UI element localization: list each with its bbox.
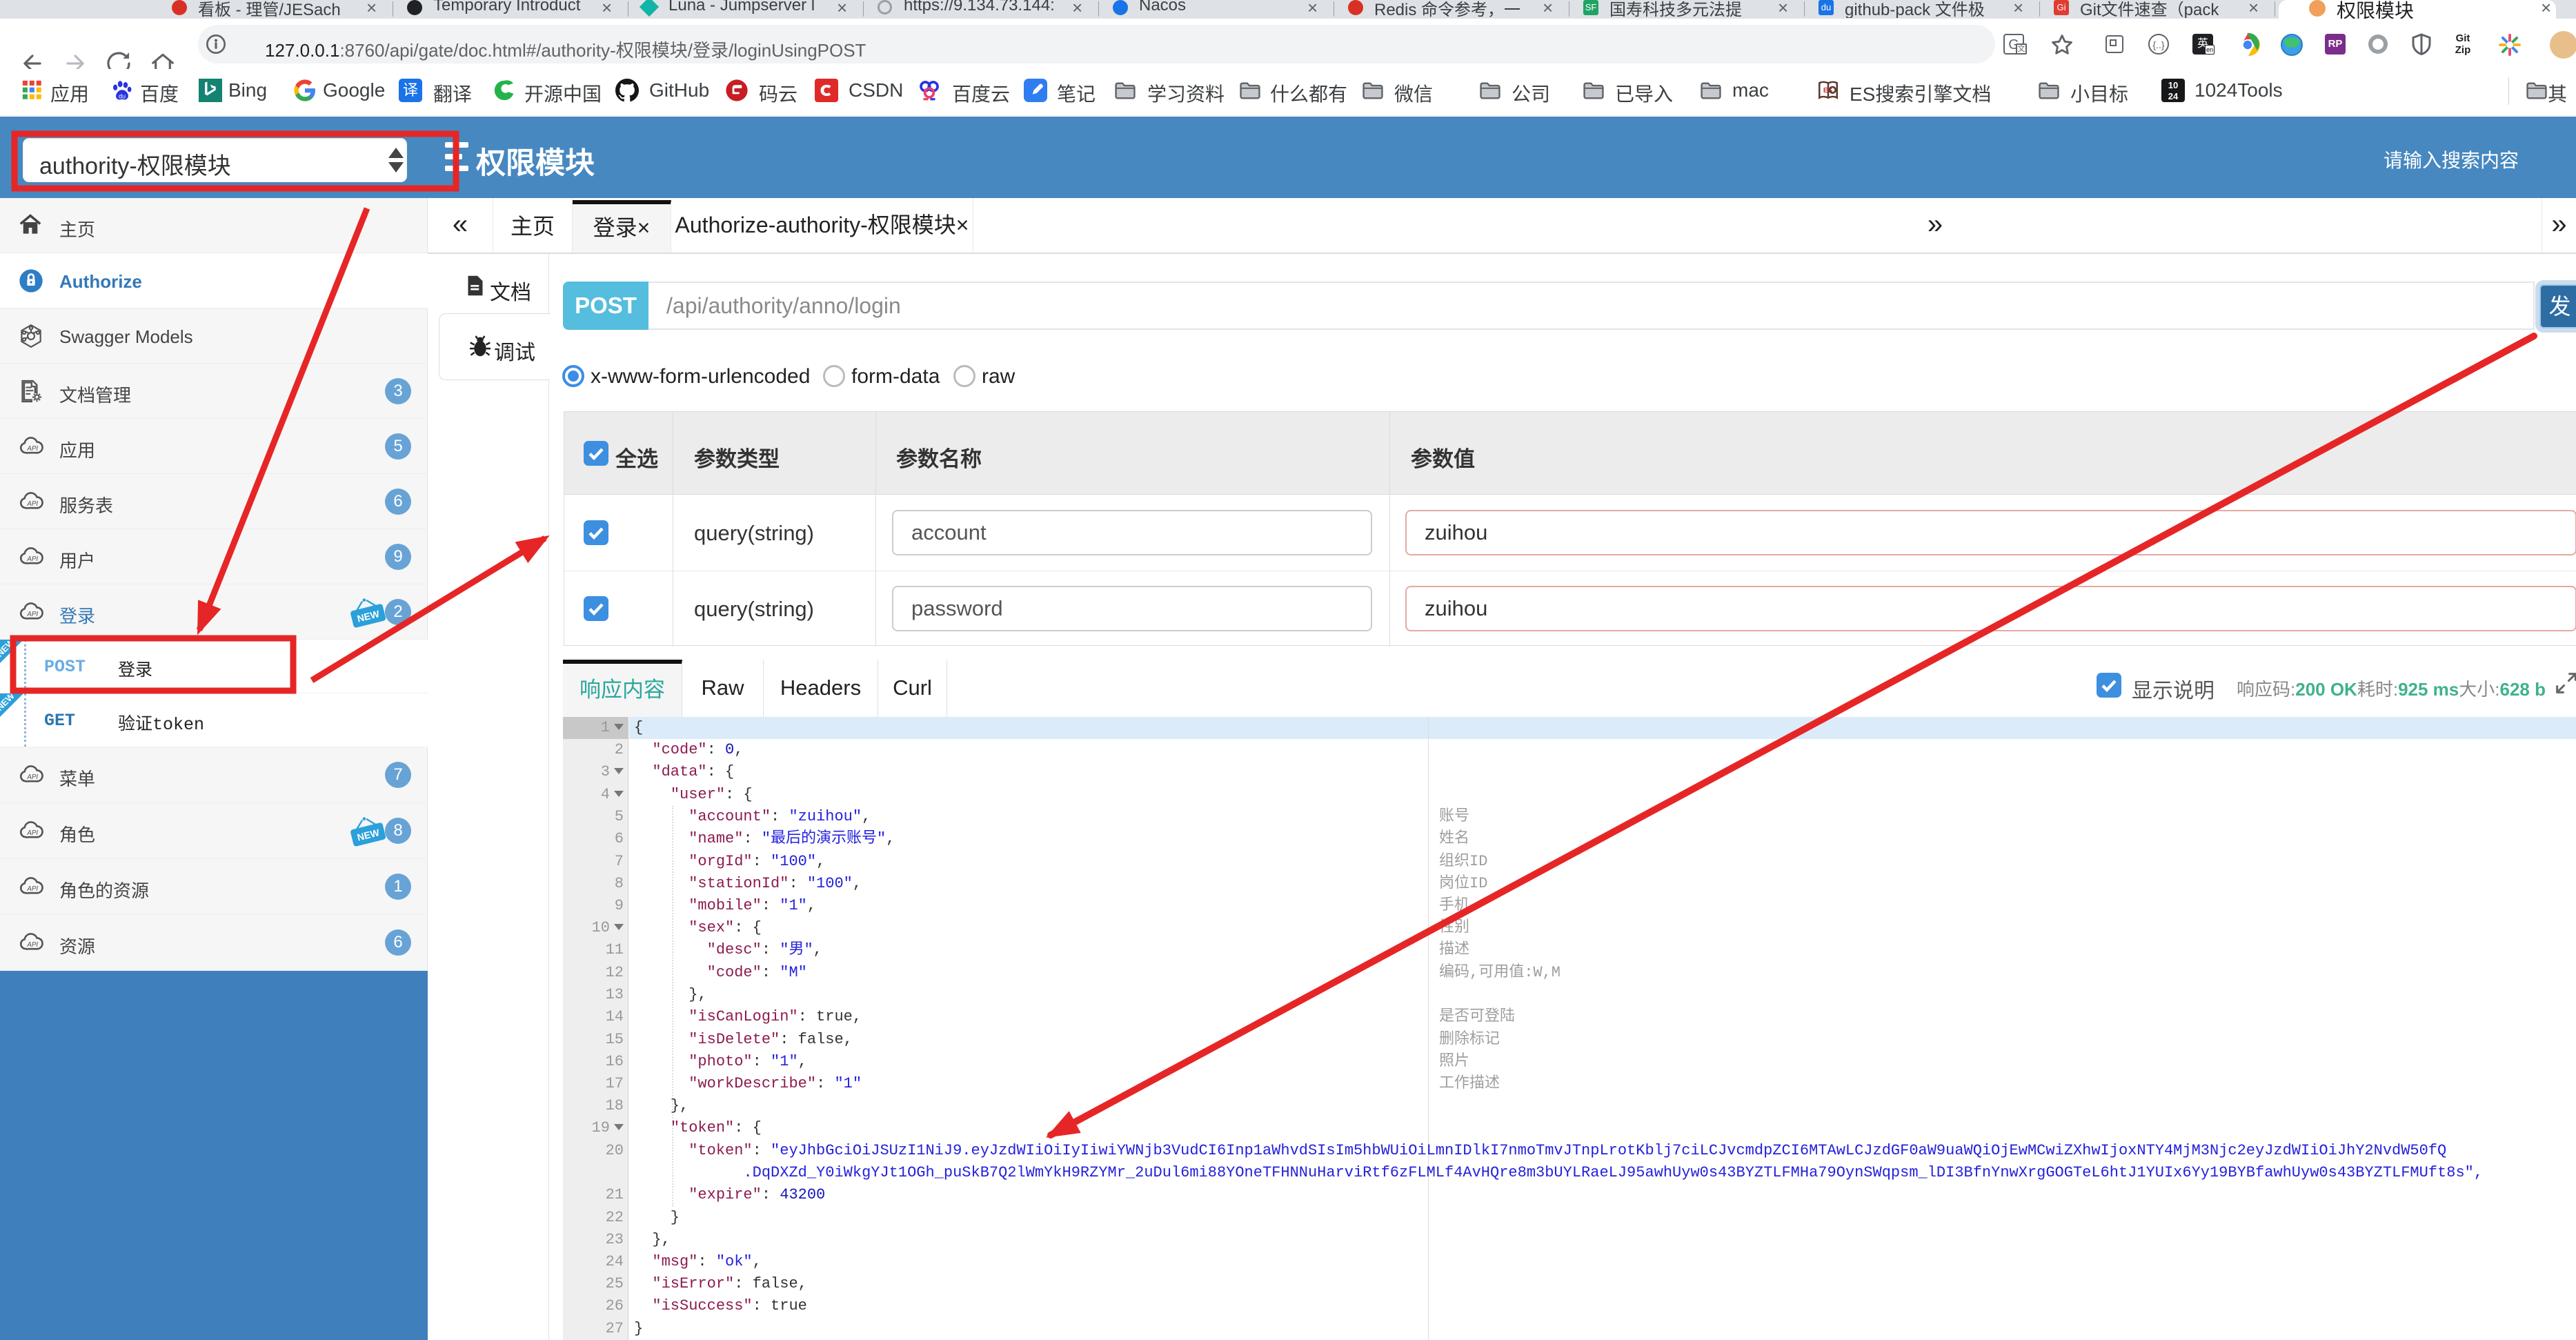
svg-text:API: API (26, 885, 38, 893)
svg-text:API: API (26, 941, 38, 949)
svg-text:du: du (119, 92, 126, 99)
svg-text:API: API (26, 611, 38, 618)
svg-text:API: API (26, 500, 38, 508)
svg-text:API: API (26, 829, 38, 837)
svg-text:API: API (26, 774, 38, 781)
svg-text:API: API (26, 555, 38, 563)
svg-text:NEW: NEW (0, 640, 17, 659)
svg-text:API: API (26, 445, 38, 453)
svg-text:NEW: NEW (0, 693, 17, 713)
